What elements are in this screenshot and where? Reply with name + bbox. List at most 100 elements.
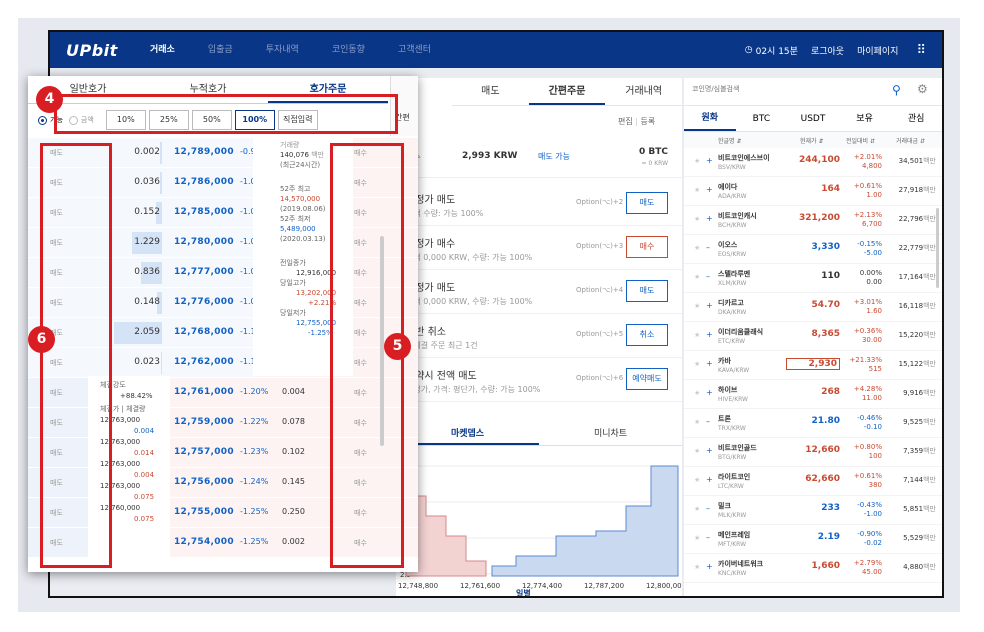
stat-prev-close-label: 전일종가 [280,259,306,267]
favorite-star-icon[interactable]: ★ [694,534,700,542]
trend-mini-icon: + [706,388,713,397]
coin-row[interactable]: ★ + 에이다 ADA/KRW 164 +0.61% 1.00 27,918백만 [684,177,942,206]
coin-price: 268 [821,387,840,397]
tab-btc[interactable]: BTC [736,106,788,131]
orderbook-price[interactable]: 12,755,000 [174,507,234,517]
orderbook-price[interactable]: 12,757,000 [174,447,234,457]
favorite-star-icon[interactable]: ★ [694,476,700,484]
tab-trades[interactable]: 체결 [204,596,219,598]
orderbook-price[interactable]: 12,776,000 [174,297,234,307]
tab-holdings[interactable]: 보유 [839,106,891,131]
orderbook-price[interactable]: 12,789,000 [174,147,234,157]
header-name[interactable]: 한글명 ⇵ [718,136,742,145]
coin-price: 244,100 [799,155,840,165]
bid-quantity: 0.250 [282,507,305,516]
quick-order-button[interactable]: 매도 [626,192,668,214]
coin-row[interactable]: ★ + 비트코인골드 BTG/KRW 12,660 +0.80% 100 7,35… [684,438,942,467]
coin-volume: 22,779 [898,244,924,252]
logout-link[interactable]: 로그아웃 [811,44,844,57]
orderbook-price[interactable]: 12,754,000 [174,537,234,547]
orderbook-price[interactable]: 12,780,000 [174,237,234,247]
nav-deposit[interactable]: 입출금 [208,32,233,68]
tab-sell[interactable]: 매도 [452,78,529,105]
tab-daily[interactable]: 일별 [516,588,531,596]
tab-krw[interactable]: 원화 [684,106,736,131]
coin-code: EOS/KRW [718,251,747,258]
coin-row[interactable]: ★ + 카바 KAVA/KRW 2,930 +21.33% 515 15,122백… [684,351,942,380]
favorite-star-icon[interactable]: ★ [694,331,700,339]
coin-volume: 9,525 [903,418,924,426]
orderbook-price[interactable]: 12,762,000 [174,357,234,367]
coin-row[interactable]: ★ – 메인프레임 MFT/KRW 2.19 -0.90% -0.02 5,529… [684,525,942,554]
tab-quick-order[interactable]: 간편주문 [528,78,606,105]
favorite-star-icon[interactable]: ★ [694,186,700,194]
favorite-star-icon[interactable]: ★ [694,447,700,455]
coin-row[interactable]: ★ – 이오스 EOS/KRW 3,330 -0.15% -5.00 22,779… [684,235,942,264]
coin-row[interactable]: ★ + 라이트코인 LTC/KRW 62,660 +0.61% 380 7,144… [684,467,942,496]
coin-search-input[interactable] [692,85,882,93]
nav-investments[interactable]: 투자내역 [266,32,299,68]
coin-row[interactable]: ★ + 비트코인에스브이 BSV/KRW 244,100 +2.01% 4,800… [684,148,942,177]
tab-mini-chart[interactable]: 미니차트 [539,422,682,445]
coin-price: 3,330 [811,242,840,252]
tab-usdt[interactable]: USDT [787,106,839,131]
favorite-star-icon[interactable]: ★ [694,360,700,368]
favorite-star-icon[interactable]: ★ [694,389,700,397]
radio-available-icon[interactable] [38,115,47,125]
header-volume[interactable]: 거래대금 ⇵ [896,136,925,145]
tab-favorites[interactable]: 관심 [890,106,942,131]
tab-history[interactable]: 거래내역 [605,78,682,105]
favorite-star-icon[interactable]: ★ [694,302,700,310]
coin-row[interactable]: ★ – 밀크 MLK/KRW 233 -0.43% -1.00 5,851백만 [684,496,942,525]
nav-exchange[interactable]: 거래소 [150,32,175,68]
coin-code: HIVE/KRW [718,396,748,403]
register-link[interactable]: 등록 [641,117,656,126]
favorite-star-icon[interactable]: ★ [694,215,700,223]
quick-order-button[interactable]: 취소 [626,324,668,346]
favorite-star-icon[interactable]: ★ [694,418,700,426]
mypage-link[interactable]: 마이페이지 [857,44,898,57]
favorite-star-icon[interactable]: ★ [694,244,700,252]
coin-price: 8,365 [811,329,840,339]
trend-mini-icon: – [706,417,710,426]
ask-volume-bar [161,352,162,374]
header-price[interactable]: 현재가 ⇵ [800,136,824,145]
orderbook-price[interactable]: 12,768,000 [174,327,234,337]
orderbook-price[interactable]: 12,785,000 [174,207,234,217]
favorite-star-icon[interactable]: ★ [694,505,700,513]
stat-52w-low-label: 52주 최저 [280,215,311,223]
coin-row[interactable]: ★ + 디카르고 DKA/KRW 54.70 +3.01% 1.60 16,118… [684,293,942,322]
coin-name: 에이다 [718,183,738,191]
coin-row[interactable]: ★ – 스텔라루멘 XLM/KRW 110 0.00% 0.00 17,164백만 [684,264,942,293]
orderbook-price[interactable]: 12,759,000 [174,417,234,427]
coin-row[interactable]: ★ + 하이브 HIVE/KRW 268 +4.28% 11.00 9,916백만 [684,380,942,409]
ask-volume-bar [160,172,162,194]
favorite-star-icon[interactable]: ★ [694,157,700,165]
coin-row[interactable]: ★ + 이더리움클래식 ETC/KRW 8,365 +0.36% 30.00 15… [684,322,942,351]
search-icon[interactable]: ⚲ [892,83,901,97]
quick-order-row: 예약시 전액 매도 예정가, 가격: 평단가, 수량: 가능 100% Opti… [396,358,682,402]
coin-code: ETC/KRW [718,338,746,345]
coin-row[interactable]: ★ + 비트코인캐시 BCH/KRW 321,200 +2.13% 6,700 2… [684,206,942,235]
edit-link[interactable]: 편집 [618,117,633,126]
nav-support[interactable]: 고객센터 [398,32,431,68]
orderbook-price[interactable]: 12,756,000 [174,477,234,487]
settings-gear-icon[interactable]: ⚙ [917,82,928,96]
coin-row[interactable]: ★ + 카이버네트워크 KNC/KRW 1,660 +2.79% 45.00 4,… [684,554,942,583]
upbit-logo[interactable]: UPbit [66,41,118,60]
coin-list-scrollbar[interactable] [936,208,939,288]
quick-order-button[interactable]: 매도 [626,280,668,302]
nav-coin-trends[interactable]: 코인동향 [332,32,365,68]
orderbook-price[interactable]: 12,777,000 [174,267,234,277]
quick-order-button[interactable]: 매수 [626,236,668,258]
favorite-star-icon[interactable]: ★ [694,563,700,571]
favorite-star-icon[interactable]: ★ [694,273,700,281]
header-change[interactable]: 전일대비 ⇵ [846,136,875,145]
orderbook-price[interactable]: 12,786,000 [174,177,234,187]
quick-order-button[interactable]: 예약매도 [626,368,668,390]
orderbook-price[interactable]: 12,761,000 [174,387,234,397]
trend-mini-icon: – [706,272,710,281]
coin-row[interactable]: ★ – 트론 TRX/KRW 21.80 -0.46% -0.10 9,525백만 [684,409,942,438]
ask-volume-bar [160,142,162,164]
grid-menu-icon[interactable]: ⠿ [916,43,926,58]
